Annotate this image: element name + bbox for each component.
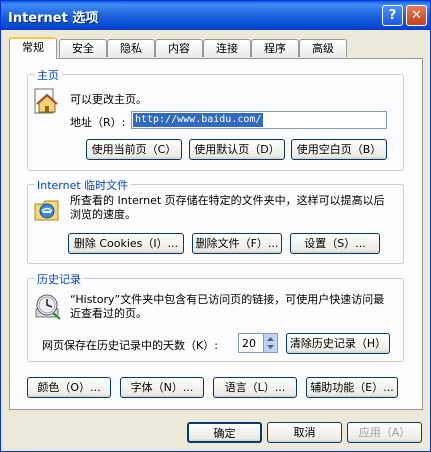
home-page-group: 主页 可以更改主页。 地址（R）: http://www.baidu.com/ … xyxy=(27,67,404,171)
history-clock-icon xyxy=(35,294,61,320)
home-page-description: 可以更改主页。 xyxy=(70,93,147,106)
address-label: 地址（R）: xyxy=(70,116,126,129)
window-title: Internet 选项 xyxy=(8,11,99,26)
home-page-icon xyxy=(34,88,58,114)
use-current-page-button[interactable]: 使用当前页（C） xyxy=(86,139,182,160)
ok-button[interactable]: 确定 xyxy=(187,422,262,443)
tab-general[interactable]: 常规 xyxy=(9,37,57,59)
temp-files-folder-icon xyxy=(34,200,59,221)
tab-security[interactable]: 安全 xyxy=(59,39,107,57)
use-blank-page-button[interactable]: 使用空白页（B） xyxy=(291,139,387,160)
languages-button[interactable]: 语言（L）... xyxy=(213,377,297,398)
delete-files-button[interactable]: 删除文件（F）... xyxy=(192,233,282,254)
history-days-spinner[interactable]: 20 xyxy=(238,333,278,353)
tab-connections[interactable]: 连接 xyxy=(203,39,251,57)
home-page-address-value: http://www.baidu.com/ xyxy=(133,113,264,127)
general-tab-panel: 主页 可以更改主页。 地址（R）: http://www.baidu.com/ … xyxy=(9,58,423,410)
home-page-group-title: 主页 xyxy=(34,67,62,83)
colors-button[interactable]: 颜色（O）... xyxy=(27,377,111,398)
tab-programs[interactable]: 程序 xyxy=(251,39,299,57)
history-days-label: 网页保存在历史记录中的天数（K）: xyxy=(42,339,218,352)
temp-files-group: Internet 临时文件 所查看的 Internet 页存储在特定的文件夹中，… xyxy=(27,177,404,264)
tab-advanced[interactable]: 高级 xyxy=(299,39,347,57)
temp-settings-button[interactable]: 设置（S）... xyxy=(290,233,380,254)
history-description: “History”文件夹中包含有已访问页的链接，可使用户快速访问最近查看过的页。 xyxy=(70,293,385,320)
title-bar[interactable]: Internet 选项 ? ✕ xyxy=(1,1,430,30)
apply-button[interactable]: 应用（A） xyxy=(347,422,422,443)
temp-files-description: 所查看的 Internet 页存储在特定的文件夹中，这样可以提高以后浏览的速度。 xyxy=(70,194,385,221)
close-button[interactable]: ✕ xyxy=(406,5,427,26)
use-default-page-button[interactable]: 使用默认页（D） xyxy=(189,139,285,160)
clear-history-button[interactable]: 清除历史记录（H） xyxy=(286,333,390,354)
help-button[interactable]: ? xyxy=(382,5,403,26)
delete-cookies-button[interactable]: 删除 Cookies（I）... xyxy=(68,233,184,254)
history-group: 历史记录 “History”文件夹中包含有已访问页的链接，可使用户快速访问最近查… xyxy=(27,271,404,362)
fonts-button[interactable]: 字体（N）... xyxy=(120,377,204,398)
accessibility-button[interactable]: 辅助功能（E）... xyxy=(306,377,398,398)
tab-content[interactable]: 内容 xyxy=(155,39,203,57)
history-group-title: 历史记录 xyxy=(34,271,84,287)
tab-privacy[interactable]: 隐私 xyxy=(107,39,155,57)
spinner-arrows[interactable] xyxy=(263,334,277,352)
internet-options-dialog: Internet 选项 ? ✕ 常规 安全 隐私 内容 连接 程序 高级 主页 … xyxy=(0,0,431,452)
history-days-value: 20 xyxy=(242,337,256,350)
spinner-up-down-icon xyxy=(267,337,274,349)
cancel-button[interactable]: 取消 xyxy=(267,422,342,443)
home-page-address-input[interactable]: http://www.baidu.com/ xyxy=(131,111,387,129)
temp-files-group-title: Internet 临时文件 xyxy=(34,177,132,193)
